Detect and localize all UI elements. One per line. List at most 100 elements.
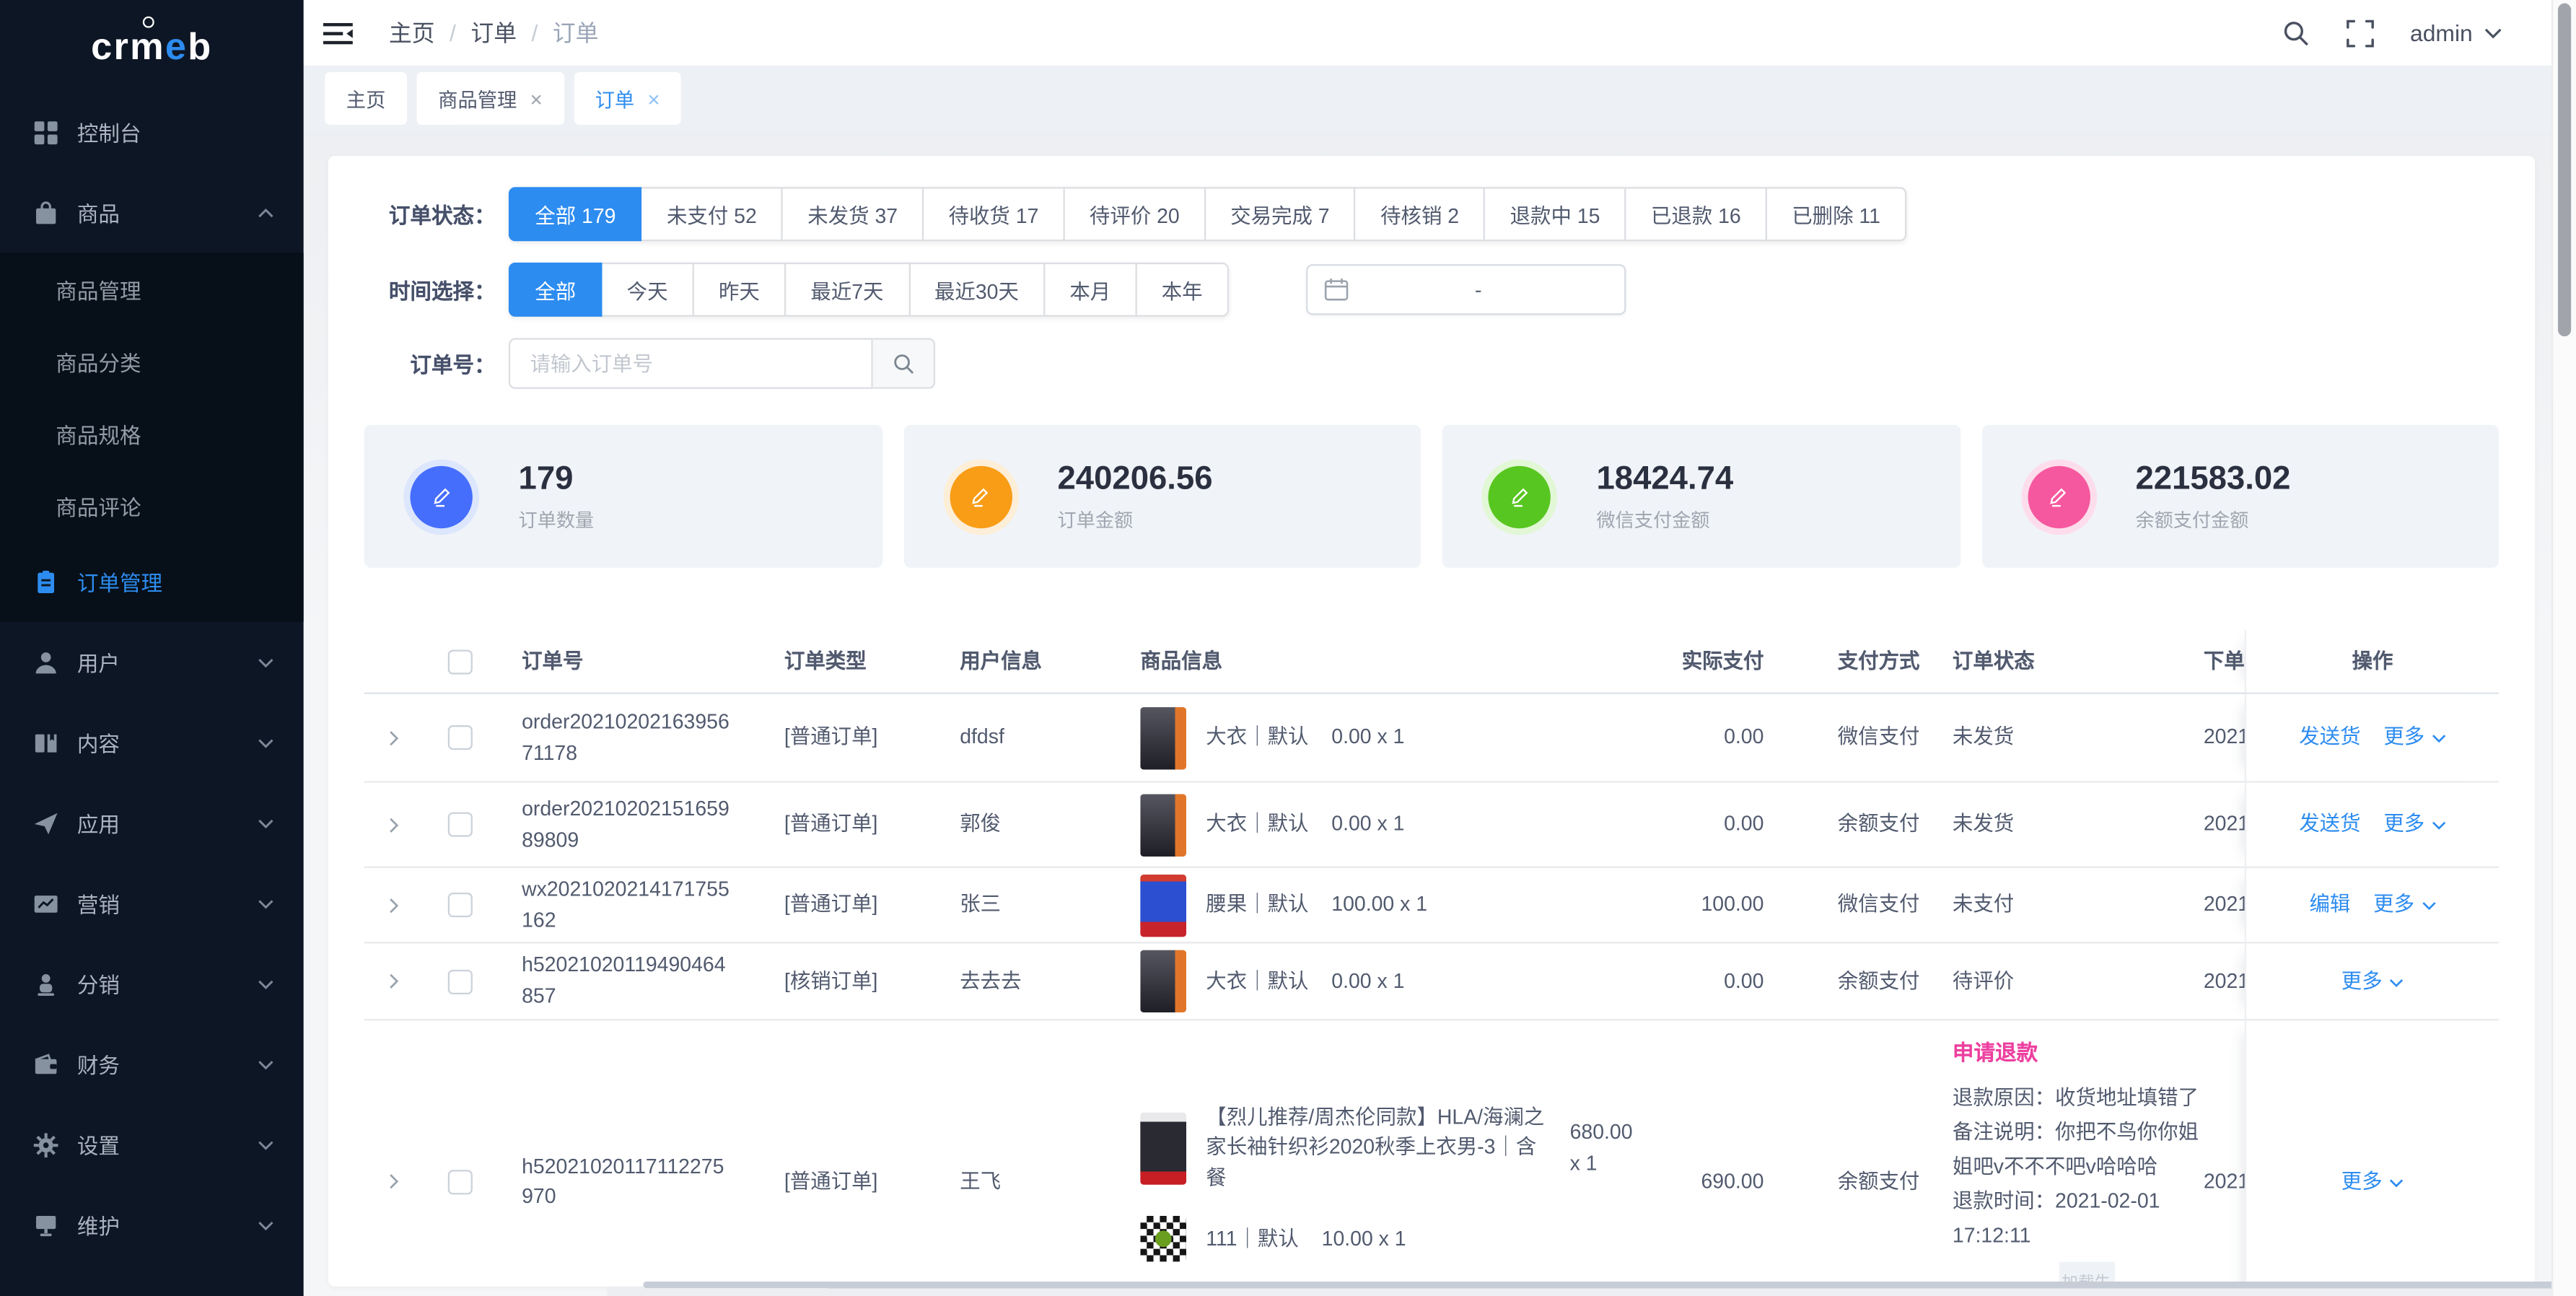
order-status-filter-button[interactable]: 已退款 16 <box>1625 187 1768 241</box>
collapse-sidebar-icon[interactable] <box>323 22 353 44</box>
product-item: 大衣｜默认0.00 x 1 <box>1140 793 1632 855</box>
sidebar-submenu-goods: 商品管理商品分类商品规格商品评论 <box>0 253 304 541</box>
time-filter-button[interactable]: 本月 <box>1043 263 1137 317</box>
order-no-label: 订单号： <box>364 348 496 379</box>
order-no-filter-row: 订单号： <box>364 338 2535 388</box>
horizontal-scrollbar[interactable] <box>643 1282 2576 1287</box>
close-icon[interactable]: × <box>647 88 660 110</box>
expand-row-icon[interactable] <box>387 895 400 914</box>
vertical-scrollbar[interactable] <box>2551 0 2576 1296</box>
row-checkbox[interactable] <box>447 1170 472 1194</box>
topbar: 主页 / 订单 / 订单 admin <box>304 0 2576 66</box>
order-status-filter-button[interactable]: 全部 179 <box>509 187 642 241</box>
tab-order[interactable]: 订单× <box>574 72 681 125</box>
row-checkbox[interactable] <box>447 725 472 750</box>
expand-row-icon[interactable] <box>387 815 400 834</box>
sidebar-item-label: 控制台 <box>77 116 141 147</box>
row-checkbox[interactable] <box>447 969 472 994</box>
stat-value: 179 <box>519 460 595 496</box>
order-status-filter-button[interactable]: 未支付 52 <box>641 187 784 241</box>
vertical-scrollbar-thumb[interactable] <box>2557 4 2570 337</box>
logo-letter: e <box>165 27 188 65</box>
pay-amount-cell: 690.00 <box>1633 1166 1764 1197</box>
order-status-filter-button[interactable]: 未发货 37 <box>781 187 924 241</box>
order-no-input[interactable] <box>509 338 873 388</box>
order-status-filter-button[interactable]: 退款中 15 <box>1484 187 1626 241</box>
user-cell: 张三 <box>939 890 1119 921</box>
order-status-filter-button[interactable]: 待核销 2 <box>1354 187 1486 241</box>
action-more-dropdown[interactable]: 更多 <box>2341 966 2404 997</box>
logo-ring-icon <box>143 16 154 27</box>
time-filter-button[interactable]: 今天 <box>600 263 694 317</box>
stat-card: 240206.56订单金额 <box>903 425 1421 568</box>
sidebar-item-app[interactable]: 应用 <box>0 783 304 863</box>
fullscreen-icon[interactable] <box>2346 19 2374 47</box>
chevron-down-icon <box>258 978 274 989</box>
time-filter-button[interactable]: 全部 <box>509 263 603 317</box>
action-link[interactable]: 编辑 <box>2309 890 2350 921</box>
sidebar-item-order-manage[interactable]: 订单管理 <box>0 541 304 621</box>
sidebar-item-label: 维护 <box>77 1209 120 1240</box>
close-icon[interactable]: × <box>530 88 543 110</box>
stat-icon-halo <box>2020 459 2096 535</box>
breadcrumb-order[interactable]: 订单 <box>470 17 517 49</box>
sidebar-item-settings[interactable]: 设置 <box>0 1104 304 1184</box>
time-filter-button[interactable]: 最近7天 <box>784 263 910 317</box>
product-name: 大衣｜默认 <box>1206 809 1308 840</box>
sidebar-subitem[interactable]: 商品分类 <box>0 325 304 397</box>
expand-row-icon[interactable] <box>387 971 400 991</box>
sidebar-item-maintain[interactable]: 维护 <box>0 1185 304 1265</box>
action-link[interactable]: 发送货 <box>2299 809 2360 840</box>
order-status-filter-button[interactable]: 待收货 17 <box>922 187 1065 241</box>
sidebar-subitem[interactable]: 商品评论 <box>0 469 304 541</box>
time-filter-button[interactable]: 昨天 <box>693 263 787 317</box>
chevron-down-icon <box>2431 809 2445 840</box>
action-more-dropdown[interactable]: 更多 <box>2383 722 2445 753</box>
sidebar-item-content[interactable]: 内容 <box>0 702 304 782</box>
action-label: 更多 <box>2341 1166 2383 1197</box>
sidebar-item-finance[interactable]: 财务 <box>0 1024 304 1104</box>
action-more-dropdown[interactable]: 更多 <box>2341 1166 2404 1197</box>
refund-detail-line: 退款时间：2021-02-01 17:12:11 <box>1953 1184 2204 1253</box>
order-status-cell: 未支付 <box>1953 890 2204 921</box>
order-status-filter-button[interactable]: 交易完成 7 <box>1204 187 1356 241</box>
breadcrumb-home[interactable]: 主页 <box>389 17 435 49</box>
chevron-down-icon <box>258 1139 274 1150</box>
sidebar-item-user[interactable]: 用户 <box>0 622 304 702</box>
sidebar-subitem[interactable]: 商品规格 <box>0 397 304 469</box>
row-checkbox[interactable] <box>447 893 472 917</box>
order-search-button[interactable] <box>873 338 935 388</box>
sidebar-subitem[interactable]: 商品管理 <box>0 253 304 325</box>
tab-goods-manage[interactable]: 商品管理× <box>417 72 564 125</box>
time-filter-button[interactable]: 本年 <box>1135 263 1229 317</box>
actions-cell: 发送货更多 <box>2245 783 2499 867</box>
order-status-filter-button[interactable]: 已删除 11 <box>1766 187 1906 241</box>
row-checkbox[interactable] <box>447 813 472 837</box>
stat-card: 221583.02余额支付金额 <box>1981 425 2499 568</box>
distribution-icon <box>32 971 58 997</box>
content-icon <box>32 730 58 756</box>
expand-row-icon[interactable] <box>387 727 400 747</box>
sidebar-item-goods[interactable]: 商品 <box>0 172 304 253</box>
pay-amount-cell: 0.00 <box>1633 809 1764 840</box>
search-icon[interactable] <box>2282 19 2310 47</box>
action-label: 更多 <box>2341 966 2383 997</box>
expand-row-icon[interactable] <box>387 1172 400 1191</box>
order-type-cell: [普通订单] <box>758 1166 939 1197</box>
user-menu[interactable]: admin <box>2410 19 2502 45</box>
product-name: 【烈儿推荐/周杰伦同款】HLA/海澜之家长袖针织衫2020秋季上衣男-3｜含餐 <box>1206 1102 1546 1194</box>
sidebar-item-dashboard[interactable]: 控制台 <box>0 92 304 172</box>
sidebar-item-distribution[interactable]: 分销 <box>0 943 304 1023</box>
order-status-filter-button[interactable]: 待评价 20 <box>1064 187 1206 241</box>
sidebar-item-marketing[interactable]: 营销 <box>0 863 304 943</box>
action-more-dropdown[interactable]: 更多 <box>2373 890 2435 921</box>
time-filter-button[interactable]: 最近30天 <box>908 263 1046 317</box>
action-more-dropdown[interactable]: 更多 <box>2383 809 2445 840</box>
sidebar-item-label: 财务 <box>77 1048 120 1080</box>
select-all-checkbox[interactable] <box>447 649 472 673</box>
goods-icon <box>32 199 58 225</box>
date-range-picker[interactable]: - <box>1306 264 1626 315</box>
tab-home[interactable]: 主页 <box>325 72 407 125</box>
product-qty: 0.00 x 1 <box>1331 722 1404 753</box>
action-link[interactable]: 发送货 <box>2299 722 2360 753</box>
